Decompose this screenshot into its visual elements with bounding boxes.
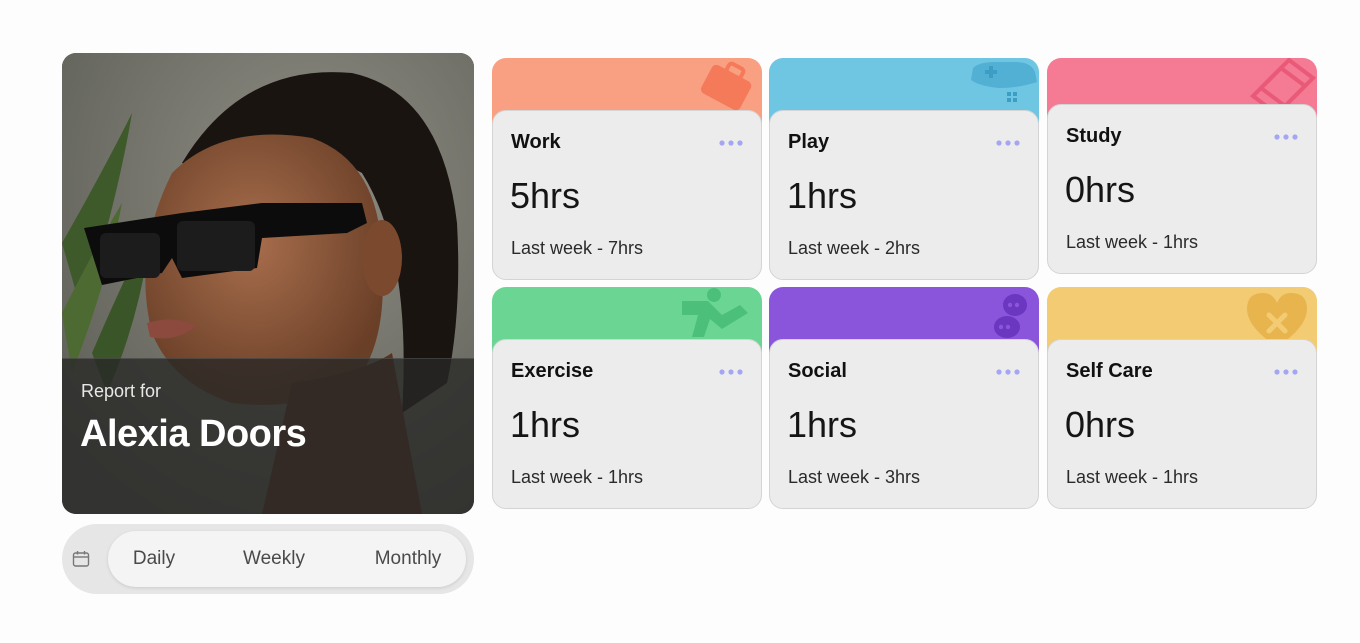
current-hours: 5hrs <box>510 175 581 216</box>
activity-card-work[interactable]: Work 5hrs Last week - 7hrs <box>492 58 762 280</box>
period-monthly-button[interactable]: Monthly <box>358 531 458 587</box>
more-options-icon[interactable] <box>995 139 1021 147</box>
current-hours: 0hrs <box>1065 169 1136 210</box>
profile-overlay: Report for Alexia Doors <box>62 358 474 514</box>
activity-title: Study <box>1066 125 1122 147</box>
gamepad-icon <box>971 62 1037 102</box>
more-options-icon[interactable] <box>1273 133 1299 141</box>
card-body: Self Care 0hrs Last week - 1hrs <box>1047 339 1317 509</box>
chat-bubbles-icon <box>994 294 1027 338</box>
more-options-icon[interactable] <box>1273 368 1299 376</box>
period-daily-button[interactable]: Daily <box>118 531 190 587</box>
activity-card-play[interactable]: Play 1hrs Last week - 2hrs <box>769 58 1039 280</box>
activity-title: Work <box>511 131 561 153</box>
current-hours: 1hrs <box>787 175 858 216</box>
period-segmented-control: Daily Weekly Monthly <box>108 531 466 587</box>
profile-card: Report for Alexia Doors <box>62 53 474 514</box>
previous-hours: Last week - 1hrs <box>1066 467 1199 487</box>
previous-hours: Last week - 1hrs <box>511 467 644 487</box>
user-name: Alexia Doors <box>80 413 307 455</box>
activity-title: Self Care <box>1066 360 1153 382</box>
briefcase-icon <box>700 61 752 111</box>
activity-title: Play <box>788 131 830 153</box>
previous-hours: Last week - 7hrs <box>511 238 644 258</box>
card-body: Social 1hrs Last week - 3hrs <box>769 339 1039 509</box>
activity-title: Exercise <box>511 360 594 382</box>
calendar-icon[interactable] <box>72 550 90 568</box>
activity-card-exercise[interactable]: Exercise 1hrs Last week - 1hrs <box>492 287 762 509</box>
card-body: Exercise 1hrs Last week - 1hrs <box>492 339 762 509</box>
activity-card-social[interactable]: Social 1hrs Last week - 3hrs <box>769 287 1039 509</box>
previous-hours: Last week - 1hrs <box>1066 232 1199 252</box>
activity-card-self-care[interactable]: Self Care 0hrs Last week - 1hrs <box>1047 287 1317 509</box>
card-body: Study 0hrs Last week - 1hrs <box>1047 104 1317 274</box>
activity-card-study[interactable]: Study 0hrs Last week - 1hrs <box>1047 58 1317 280</box>
card-body: Work 5hrs Last week - 7hrs <box>492 110 762 280</box>
report-for-label: Report for <box>81 381 162 401</box>
more-options-icon[interactable] <box>718 368 744 376</box>
more-options-icon[interactable] <box>718 139 744 147</box>
period-weekly-button[interactable]: Weekly <box>226 531 322 587</box>
running-icon <box>682 288 748 337</box>
current-hours: 1hrs <box>787 404 858 445</box>
more-options-icon[interactable] <box>995 368 1021 376</box>
card-body: Play 1hrs Last week - 2hrs <box>769 110 1039 280</box>
period-switcher: Daily Weekly Monthly <box>62 524 474 594</box>
activity-title: Social <box>788 360 847 382</box>
current-hours: 1hrs <box>510 404 581 445</box>
previous-hours: Last week - 2hrs <box>788 238 921 258</box>
previous-hours: Last week - 3hrs <box>788 467 921 487</box>
current-hours: 0hrs <box>1065 404 1136 445</box>
